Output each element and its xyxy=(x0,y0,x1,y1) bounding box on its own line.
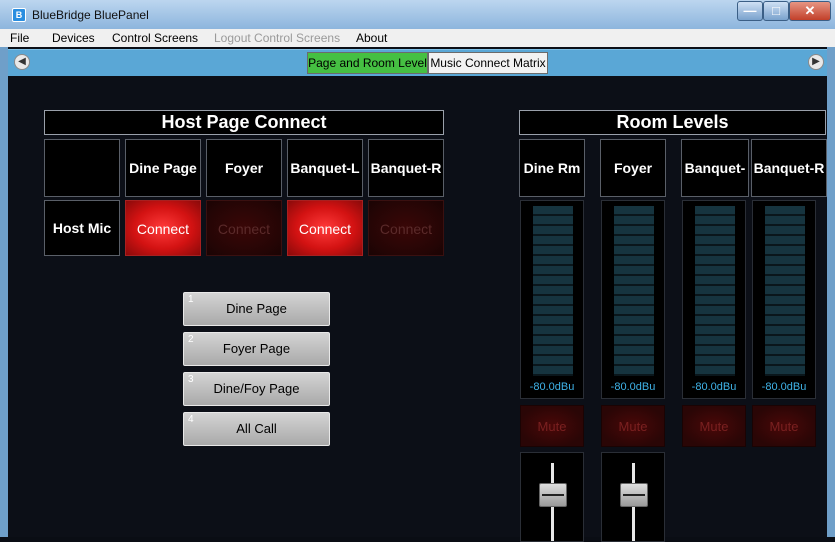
room-foyer: Foyer xyxy=(600,139,666,197)
meter-bars xyxy=(533,206,573,376)
preset-label: Foyer Page xyxy=(222,341,291,356)
preset-label: Dine/Foy Page xyxy=(213,381,300,396)
column-foyer-page: Foyer Page xyxy=(206,139,282,232)
menu-control-screens[interactable]: Control Screens xyxy=(112,31,198,45)
meter-value: -80.0dBu xyxy=(529,381,575,393)
host-page-connect-header: Host Page Connect xyxy=(44,110,444,135)
preset-number: 1 xyxy=(188,294,194,305)
tab-scroll-right-icon[interactable]: ▶ xyxy=(808,54,824,70)
close-button[interactable]: ✕ xyxy=(789,1,831,21)
level-meter-foyer: -80.0dBu xyxy=(601,200,665,399)
connect-button-dine-page[interactable]: Connect xyxy=(125,200,201,256)
connect-button-foyer-page[interactable]: Connect xyxy=(206,200,282,256)
meter-value: -80.0dBu xyxy=(691,381,737,393)
tab-bar: ◀ Page and Room Level Music Connect Matr… xyxy=(8,49,827,76)
row-host-mic: Host Mic xyxy=(44,200,120,256)
preset-label: All Call xyxy=(236,421,277,436)
tab-music-connect-matrix[interactable]: Music Connect Matrix xyxy=(428,52,548,74)
meter-bars xyxy=(765,206,805,376)
room-banquet-r: Banquet-R xyxy=(751,139,827,197)
connect-button-banquet-l[interactable]: Connect xyxy=(287,200,363,256)
meter-value: -80.0dBu xyxy=(610,381,656,393)
preset-number: 4 xyxy=(188,414,194,425)
column-dine-page: Dine Page xyxy=(125,139,201,197)
meter-value: -80.0dBu xyxy=(761,381,807,393)
mute-button-banquet-r[interactable]: Mute xyxy=(752,405,816,447)
preset-button-dine-page[interactable]: 1 Dine Page xyxy=(183,292,330,326)
app-icon: B xyxy=(12,8,26,22)
column-banquet-l: Banquet-L xyxy=(287,139,363,197)
matrix-corner xyxy=(44,139,120,197)
tab-scroll-left-icon[interactable]: ◀ xyxy=(14,54,30,70)
mute-button-foyer[interactable]: Mute xyxy=(601,405,665,447)
preset-number: 3 xyxy=(188,374,194,385)
maximize-button[interactable]: □ xyxy=(763,1,789,21)
menu-logout-control-screens[interactable]: Logout Control Screens xyxy=(214,31,340,45)
preset-button-dine-foy-page[interactable]: 3 Dine/Foy Page xyxy=(183,372,330,406)
fader-dine-rm[interactable] xyxy=(520,452,584,542)
room-levels-header: Room Levels xyxy=(519,110,826,135)
mute-button-banquet-l[interactable]: Mute xyxy=(682,405,746,447)
window-title: BlueBridge BluePanel xyxy=(32,8,149,22)
meter-bars xyxy=(695,206,735,376)
fader-knob[interactable] xyxy=(539,483,567,507)
column-banquet-r: Banquet-R xyxy=(368,139,444,197)
room-dine-rm: Dine Rm xyxy=(519,139,585,197)
room-banquet-l: Banquet-L xyxy=(681,139,749,232)
fader-foyer[interactable] xyxy=(601,452,665,542)
preset-button-all-call[interactable]: 4 All Call xyxy=(183,412,330,446)
menu-about[interactable]: About xyxy=(356,31,387,45)
level-meter-banquet-r: -80.0dBu xyxy=(752,200,816,399)
tab-page-and-room-level[interactable]: Page and Room Level xyxy=(307,52,428,74)
meter-bars xyxy=(614,206,654,376)
fader-knob[interactable] xyxy=(620,483,648,507)
preset-number: 2 xyxy=(188,334,194,345)
menu-devices[interactable]: Devices xyxy=(52,31,95,45)
preset-label: Dine Page xyxy=(226,301,287,316)
minimize-button[interactable]: — xyxy=(737,1,763,21)
menu-bar: File Devices Control Screens Logout Cont… xyxy=(0,29,835,47)
title-bar: B BlueBridge BluePanel — □ ✕ xyxy=(0,0,835,29)
level-meter-banquet-l: -80.0dBu xyxy=(682,200,746,399)
level-meter-dine-rm: -80.0dBu xyxy=(520,200,584,399)
app-window: B BlueBridge BluePanel — □ ✕ File Device… xyxy=(0,0,835,542)
mute-button-dine-rm[interactable]: Mute xyxy=(520,405,584,447)
preset-button-foyer-page[interactable]: 2 Foyer Page xyxy=(183,332,330,366)
connect-button-banquet-r[interactable]: Connect xyxy=(368,200,444,256)
menu-file[interactable]: File xyxy=(10,31,29,45)
